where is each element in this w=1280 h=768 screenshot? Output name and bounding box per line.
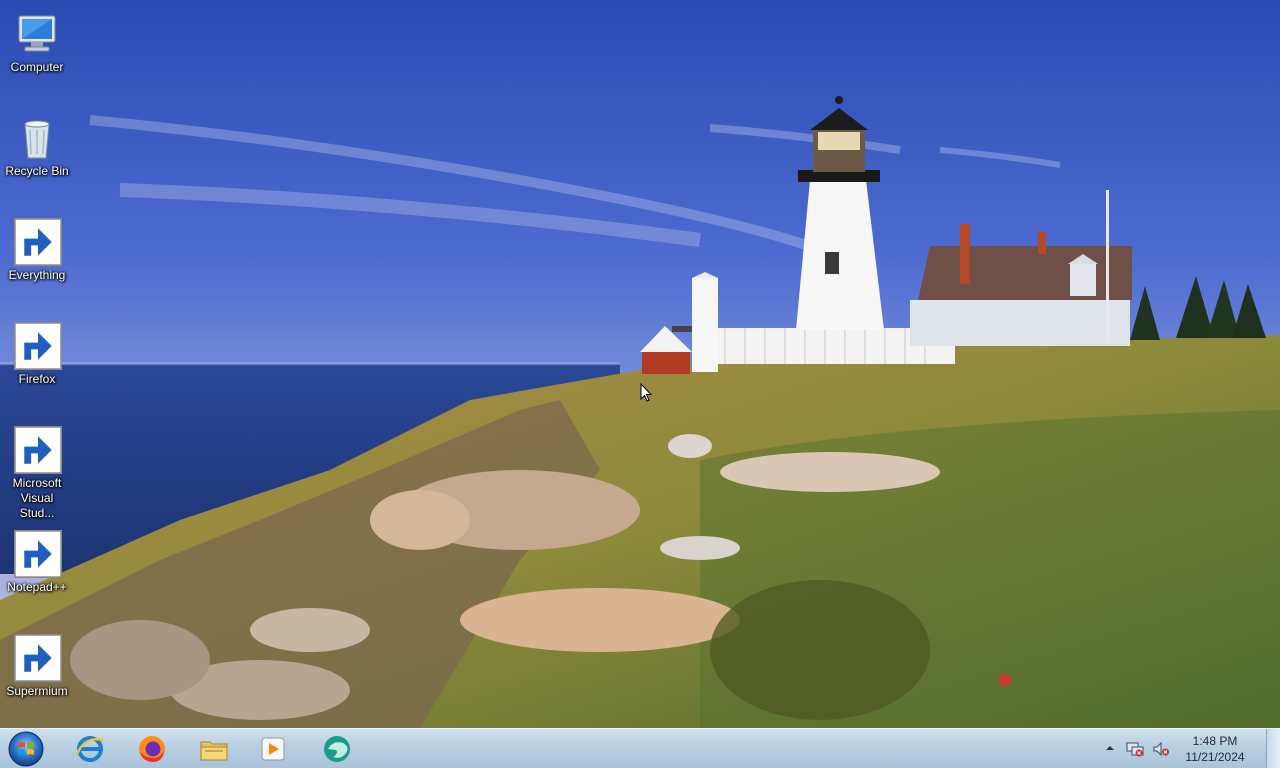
media-player-icon — [261, 737, 285, 761]
taskbar: 1:48 PM 11/21/2024 — [0, 728, 1280, 768]
shortcut-arrow-icon — [14, 530, 62, 578]
desktop-icon-label: Everything — [8, 268, 66, 282]
desktop-icon-notepadpp[interactable]: Notepad++ — [2, 524, 72, 620]
shortcut-arrow-icon — [14, 218, 62, 266]
show-hidden-icons-arrow[interactable] — [1104, 742, 1116, 754]
desktop-icon-label: Supermium — [6, 684, 68, 698]
desktop-icon-label: Computer — [10, 60, 64, 74]
desktop-icon-everything[interactable]: Everything — [2, 212, 72, 308]
desktop-icon-visual-studio[interactable]: Microsoft Visual Stud... — [2, 420, 72, 520]
desktop-icon-label: Microsoft Visual Stud... — [12, 476, 62, 520]
firefox-icon — [139, 736, 165, 762]
taskbar-button-file-explorer[interactable] — [186, 731, 242, 767]
desktop-icon-computer[interactable]: Computer — [2, 4, 72, 100]
taskbar-clock[interactable]: 1:48 PM 11/21/2024 — [1180, 733, 1250, 765]
shortcut-arrow-icon — [14, 426, 62, 474]
taskbar-button-media-player[interactable] — [245, 731, 301, 767]
start-button[interactable] — [4, 730, 48, 768]
supermium-icon — [324, 736, 350, 762]
shortcut-arrow-icon — [14, 634, 62, 682]
desktop-icon-label: Firefox — [18, 372, 56, 386]
taskbar-button-supermium[interactable] — [309, 731, 365, 767]
system-tray: 1:48 PM 11/21/2024 — [1102, 729, 1262, 768]
file-explorer-icon — [200, 741, 228, 761]
network-icon[interactable] — [1126, 741, 1144, 757]
clock-date: 11/21/2024 — [1185, 750, 1245, 764]
show-desktop-button[interactable] — [1266, 729, 1280, 768]
desktop-icon-firefox[interactable]: Firefox — [2, 316, 72, 412]
desktop-icon-label: Notepad++ — [7, 580, 67, 594]
computer-icon — [18, 15, 56, 52]
clock-time: 1:48 PM — [1192, 734, 1238, 748]
taskbar-button-internet-explorer[interactable] — [62, 731, 118, 767]
desktop-icon-recycle-bin[interactable]: Recycle Bin — [2, 108, 72, 204]
internet-explorer-icon — [75, 736, 104, 762]
taskbar-button-firefox[interactable] — [124, 731, 180, 767]
recycle-bin-icon — [24, 120, 50, 159]
desktop-wallpaper — [0, 0, 1280, 728]
shortcut-arrow-icon — [14, 322, 62, 370]
windows-start-icon — [8, 731, 44, 767]
desktop-icon-label: Recycle Bin — [5, 164, 69, 178]
mouse-cursor-icon — [640, 383, 652, 402]
desktop-icon-supermium[interactable]: Supermium — [2, 628, 72, 724]
volume-muted-icon[interactable] — [1152, 741, 1170, 757]
